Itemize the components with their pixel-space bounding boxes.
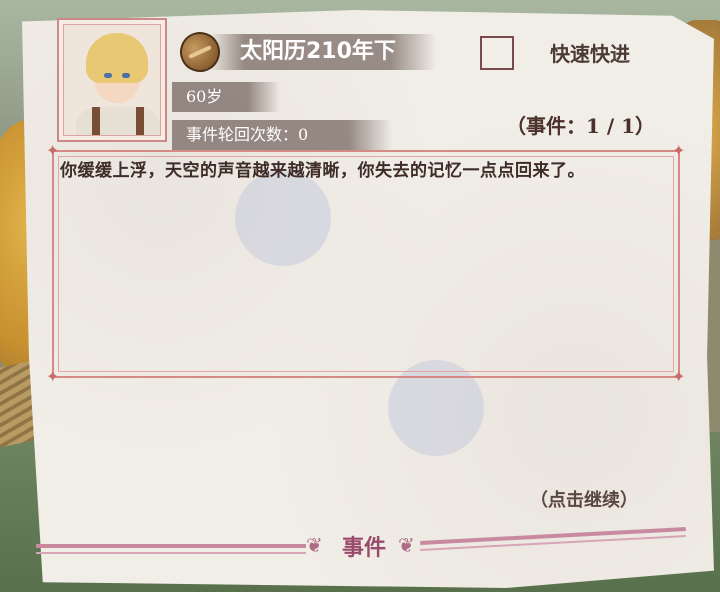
- portrait-strap-left: [92, 107, 100, 135]
- footer-title: 事件: [342, 535, 387, 561]
- portrait-frame: [63, 24, 161, 136]
- fast-forward-label[interactable]: 快速快进: [550, 38, 630, 67]
- corner-ornament-icon: ✦: [672, 367, 686, 386]
- event-cycle-count: 事件轮回次数：0: [172, 120, 392, 150]
- event-description: 你缓缓上浮，天空的声音越来越清晰，你失去的记忆一点点回来了。: [60, 161, 585, 181]
- portrait-eye-right: [122, 73, 130, 78]
- corner-ornament-icon: ✦: [46, 367, 60, 386]
- footer-ornament-right-icon: ❦: [398, 533, 415, 557]
- continue-prompt[interactable]: （点击继续）: [530, 486, 638, 512]
- portrait-eye-left: [104, 73, 112, 78]
- footer-divider-left-thin: [36, 552, 306, 554]
- footer-ornament-left-icon: ❦: [306, 533, 323, 557]
- character-age: 60岁: [172, 82, 280, 112]
- event-counter: （事件：1 / 1）: [506, 114, 656, 138]
- character-portrait: [57, 18, 167, 142]
- corner-ornament-icon: ✦: [672, 141, 686, 160]
- footer-divider-left: [36, 544, 306, 548]
- calendar-date: 太阳历210年下: [210, 34, 436, 70]
- portrait-strap-right: [136, 107, 144, 135]
- fast-forward-checkbox[interactable]: [480, 36, 514, 70]
- portrait-hair: [86, 33, 148, 83]
- corner-ornament-icon: ✦: [46, 141, 60, 160]
- portrait-body: [76, 107, 160, 135]
